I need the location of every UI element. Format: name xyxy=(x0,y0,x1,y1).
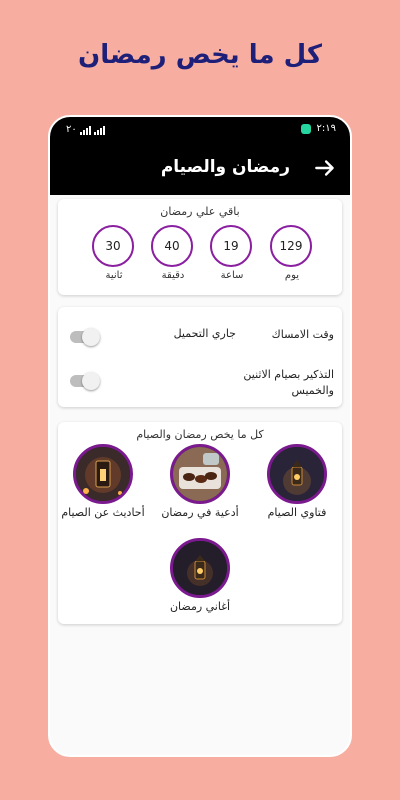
signal-icon-2 xyxy=(93,126,105,135)
battery-level: ٢٠ xyxy=(66,124,77,135)
countdown-hours-label: ساعة xyxy=(220,270,244,281)
countdown-days-value: 129 xyxy=(270,225,312,267)
countdown-seconds-label: ثانية xyxy=(105,270,123,281)
features-card: كل ما يخص رمضان والصيام فتاوي الصيام أدع… xyxy=(58,422,342,624)
imsak-toggle-knob xyxy=(82,328,100,346)
signal-icon xyxy=(79,126,91,135)
lantern-image xyxy=(170,538,230,598)
promo-title: كل ما يخص رمضان xyxy=(78,40,322,70)
reminder-toggle[interactable] xyxy=(70,372,100,390)
countdown-card: باقي علي رمضان 129 يوم 19 ساعة 40 دقيقة … xyxy=(58,199,342,295)
dates-image xyxy=(170,444,230,504)
reminder-toggle-knob xyxy=(82,372,100,390)
phone-frame: ٢٠ ٢:١٩ رمضان والصيام باقي علي رمضان 129… xyxy=(48,115,352,757)
status-time: ٢:١٩ xyxy=(316,123,336,134)
notification-app-icon xyxy=(300,123,311,134)
feature-songs-label: أغاني رمضان xyxy=(169,600,231,613)
reminder-row: التذكير بصيام الاثنين والخميس xyxy=(66,368,334,401)
feature-fatawa-label: فتاوي الصيام xyxy=(267,506,327,519)
feature-fatawa[interactable]: فتاوي الصيام xyxy=(252,444,342,519)
imsak-row: وقت الامساك جاري التحميل xyxy=(66,327,334,357)
countdown-days-label: يوم xyxy=(284,270,300,281)
feature-hadith[interactable]: أحاديث عن الصيام xyxy=(58,444,148,519)
arrow-right-icon[interactable] xyxy=(312,155,338,181)
countdown-seconds-value: 30 xyxy=(92,225,134,267)
feature-hadith-label: أحاديث عن الصيام xyxy=(61,506,145,519)
settings-card: وقت الامساك جاري التحميل التذكير بصيام ا… xyxy=(58,307,342,407)
countdown-hours: 19 ساعة xyxy=(210,225,254,281)
countdown-days: 129 يوم xyxy=(270,225,314,281)
status-left: ٢٠ xyxy=(66,124,105,135)
reminder-label: التذكير بصيام الاثنين والخميس xyxy=(243,368,334,397)
app-bar-title: رمضان والصيام xyxy=(160,157,290,177)
status-right: ٢:١٩ xyxy=(300,123,336,134)
countdown-hours-value: 19 xyxy=(210,225,252,267)
countdown-minutes: 40 دقيقة xyxy=(151,225,195,281)
status-bar: ٢٠ ٢:١٩ xyxy=(50,117,350,143)
feature-duas-label: أدعية في رمضان xyxy=(161,506,239,519)
countdown-minutes-label: دقيقة xyxy=(161,270,185,281)
imsak-toggle[interactable] xyxy=(70,328,100,346)
countdown-minutes-value: 40 xyxy=(151,225,193,267)
imsak-status: جاري التحميل xyxy=(173,327,236,340)
feature-songs[interactable]: أغاني رمضان xyxy=(155,538,245,613)
countdown-heading: باقي علي رمضان xyxy=(160,205,240,218)
app-bar: رمضان والصيام xyxy=(50,143,350,195)
countdown-seconds: 30 ثانية xyxy=(92,225,136,281)
candle-lantern-image xyxy=(73,444,133,504)
lantern-image xyxy=(267,444,327,504)
imsak-label: وقت الامساك xyxy=(271,328,334,341)
feature-duas[interactable]: أدعية في رمضان xyxy=(155,444,245,519)
features-heading: كل ما يخص رمضان والصيام xyxy=(136,428,264,441)
